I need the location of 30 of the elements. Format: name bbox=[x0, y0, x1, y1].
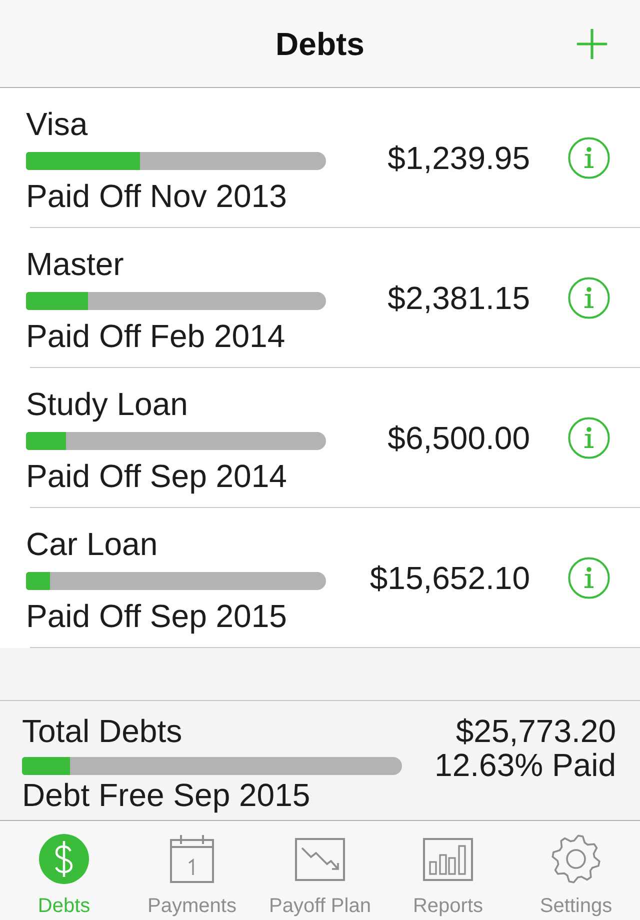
debt-amount: $2,381.15 bbox=[386, 280, 530, 316]
payoff-date: Paid Off Feb 2014 bbox=[26, 318, 286, 354]
tab[interactable]: Reports bbox=[384, 821, 512, 920]
tab[interactable]: Payments bbox=[128, 821, 256, 920]
info-icon[interactable] bbox=[568, 137, 610, 179]
debt-name: Visa bbox=[26, 106, 89, 142]
total-amount: $25,773.20 bbox=[456, 714, 616, 748]
dollar-icon bbox=[39, 834, 89, 884]
debt-name: Master bbox=[26, 246, 125, 282]
debt-amount: $1,239.95 bbox=[386, 140, 530, 176]
calendar-icon bbox=[167, 834, 217, 884]
total-label: Total Debts bbox=[22, 713, 184, 749]
debt-free-date: Debt Free Sep 2015 bbox=[22, 777, 312, 813]
info-icon[interactable] bbox=[568, 417, 610, 459]
debt-amount: $15,652.10 bbox=[368, 560, 530, 596]
add-icon[interactable] bbox=[576, 28, 608, 60]
tab[interactable]: Debts bbox=[0, 821, 128, 920]
payoff-date: Paid Off Sep 2014 bbox=[26, 458, 288, 494]
tab[interactable]: Settings bbox=[512, 821, 640, 920]
screen-title: Debts bbox=[276, 26, 364, 62]
debt-name: Car Loan bbox=[26, 526, 159, 562]
tab[interactable]: Payoff Plan bbox=[256, 821, 384, 920]
settings-icon bbox=[551, 834, 601, 884]
payoff-date: Paid Off Nov 2013 bbox=[26, 178, 288, 214]
paid-percent: 12.63% Paid bbox=[434, 748, 616, 782]
info-icon[interactable] bbox=[568, 277, 610, 319]
debt-name: Study Loan bbox=[26, 386, 189, 422]
payoff-date: Paid Off Sep 2015 bbox=[26, 598, 288, 634]
info-icon[interactable] bbox=[568, 557, 610, 599]
debt-amount: $6,500.00 bbox=[386, 420, 530, 456]
